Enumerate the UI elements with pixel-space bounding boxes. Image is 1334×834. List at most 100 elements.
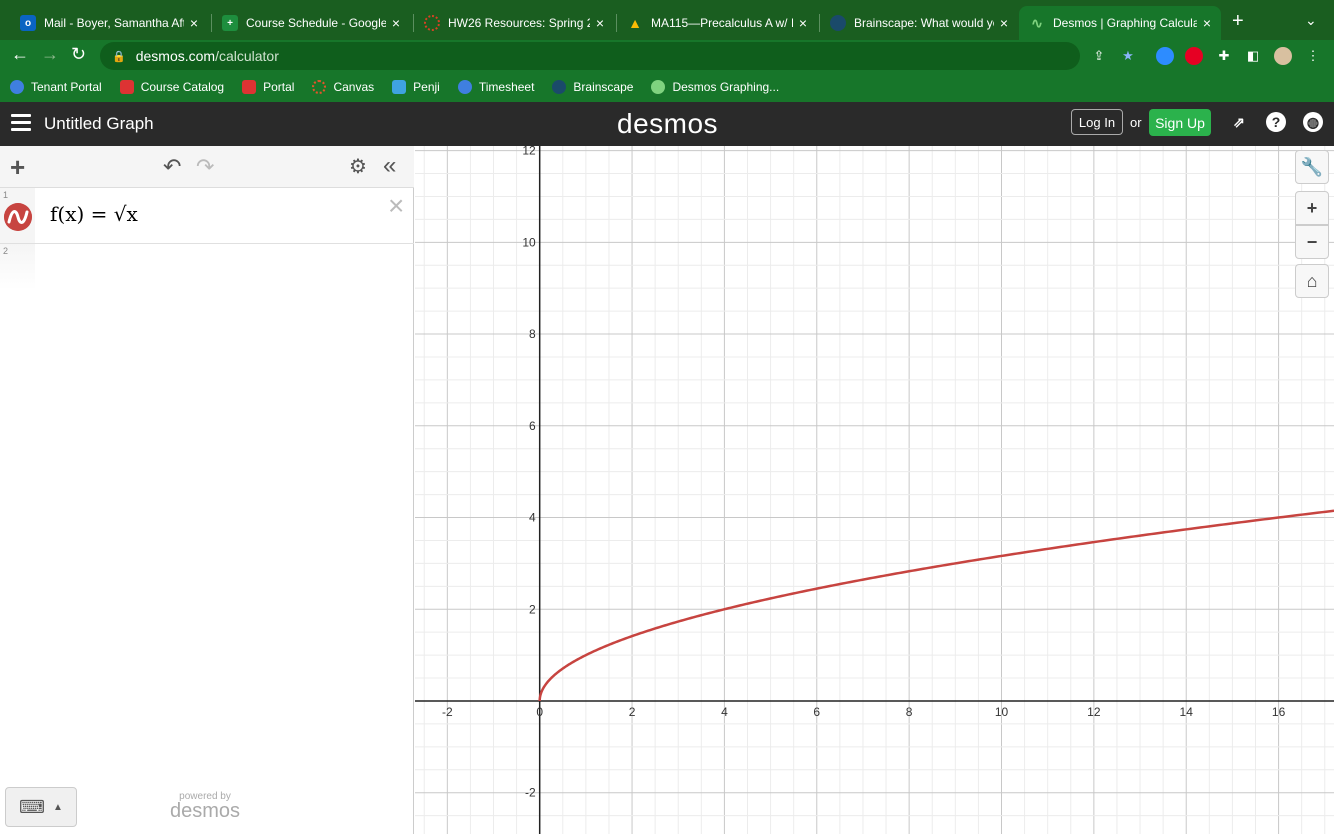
bookmark-label: Portal: [263, 80, 295, 94]
add-expression-button[interactable]: +: [10, 152, 25, 183]
powered-by-logo: desmos: [170, 800, 241, 822]
new-tab-button[interactable]: +: [1232, 10, 1244, 33]
close-icon[interactable]: ×: [1000, 15, 1008, 31]
browser-tab-hw26[interactable]: HW26 Resources: Spring 2 ×: [414, 6, 614, 40]
close-icon[interactable]: ×: [392, 15, 400, 31]
expression-number: 2: [3, 246, 9, 256]
pinterest-extension-icon[interactable]: [1185, 47, 1203, 65]
bookmarks-bar: Tenant Portal Course Catalog Portal Canv…: [0, 72, 1334, 102]
zoom-out-icon[interactable]: −: [1295, 225, 1329, 259]
sign-up-button[interactable]: Sign Up: [1149, 109, 1211, 136]
bookmark-favicon-icon: [10, 80, 24, 94]
close-icon[interactable]: ×: [190, 15, 198, 31]
tab-title: Brainscape: What would yo: [854, 16, 994, 30]
forward-arrow-icon[interactable]: →: [41, 44, 59, 65]
url-host: desmos.com: [135, 48, 216, 64]
extensions-puzzle-icon[interactable]: ✚: [1215, 47, 1233, 65]
share-graph-icon[interactable]: ⇗: [1229, 112, 1249, 132]
y-tick-label: -2: [525, 786, 536, 800]
close-icon[interactable]: ×: [799, 15, 807, 31]
wrench-icon[interactable]: 🔧: [1295, 150, 1329, 184]
language-globe-icon[interactable]: ◍: [1303, 112, 1323, 132]
graph-paper[interactable]: -2 0 2 4 6 8 10 12 14 16 -2 2 4 6 8 10 12 🔧 + − ⌂: [415, 146, 1334, 834]
delete-expression-icon[interactable]: ×: [388, 190, 404, 222]
browser-tab-ma115[interactable]: ▲ MA115—Precalculus A w/ Ir ×: [617, 6, 817, 40]
undo-icon[interactable]: ↶: [163, 154, 181, 180]
gear-icon[interactable]: ⚙: [349, 154, 367, 179]
star-icon[interactable]: ★: [1119, 47, 1137, 65]
bookmark-brainscape[interactable]: Brainscape: [552, 80, 633, 94]
x-tick-label: 12: [1087, 705, 1101, 719]
bookmark-label: Brainscape: [573, 80, 634, 94]
browser-tab-strip: o Mail - Boyer, Samantha Aft × + Course …: [0, 0, 1334, 40]
brainscape-icon: [830, 15, 846, 31]
x-tick-label: 10: [995, 705, 1009, 719]
browser-menu-icon[interactable]: ⋮: [1304, 47, 1322, 65]
browser-tab-mail[interactable]: o Mail - Boyer, Samantha Aft ×: [10, 6, 208, 40]
function-curve: [538, 509, 1334, 701]
browser-toolbar: ← → ↻ 🔒 desmos.com/calculator ⇪ ★ ✚ ◧ ⋮: [0, 40, 1334, 72]
back-arrow-icon[interactable]: ←: [11, 44, 29, 65]
reload-icon[interactable]: ↻: [71, 44, 86, 65]
menu-icon[interactable]: [11, 114, 31, 135]
y-tick-label: 12: [522, 146, 536, 158]
help-icon[interactable]: ?: [1266, 112, 1286, 132]
share-icon[interactable]: ⇪: [1090, 47, 1108, 65]
zoom-extension-icon[interactable]: [1156, 47, 1174, 65]
zoom-in-icon[interactable]: +: [1295, 191, 1329, 225]
x-tick-label: 4: [721, 705, 728, 719]
graph-color-toggle-icon[interactable]: [4, 203, 32, 231]
or-text: or: [1130, 115, 1142, 130]
keyboard-toggle-button[interactable]: ⌨ ▲: [5, 787, 77, 827]
log-in-button[interactable]: Log In: [1071, 109, 1123, 135]
expression-row[interactable]: 1 f(x) = √x ×: [0, 188, 414, 244]
side-panel-icon[interactable]: ◧: [1244, 47, 1262, 65]
redo-icon[interactable]: ↷: [196, 154, 214, 180]
tab-title: Mail - Boyer, Samantha Aft: [44, 16, 184, 30]
desmos-logo: desmos: [617, 108, 719, 139]
bookmark-canvas[interactable]: Canvas: [312, 80, 374, 94]
address-bar[interactable]: 🔒 desmos.com/calculator: [100, 42, 1080, 70]
graph-canvas[interactable]: -2 0 2 4 6 8 10 12 14 16 -2 2 4 6 8 10 12: [415, 146, 1334, 834]
bookmark-favicon-icon: [457, 80, 472, 94]
browser-tab-course-schedule[interactable]: + Course Schedule - Google ×: [212, 6, 410, 40]
home-icon[interactable]: ⌂: [1295, 264, 1329, 298]
tab-title: HW26 Resources: Spring 2: [448, 16, 590, 30]
expression-gutter: 1: [0, 188, 35, 243]
google-sheets-icon: +: [222, 15, 238, 31]
x-tick-label: -2: [442, 705, 453, 719]
close-icon[interactable]: ×: [1203, 15, 1211, 31]
collapse-panel-icon[interactable]: «: [383, 152, 396, 180]
browser-tab-desmos[interactable]: ∿ Desmos | Graphing Calcula ×: [1019, 6, 1221, 40]
x-tick-label: 14: [1180, 705, 1194, 719]
y-tick-label: 4: [529, 511, 536, 525]
bookmark-label: Tenant Portal: [31, 80, 102, 94]
graph-title[interactable]: Untitled Graph: [44, 114, 154, 134]
google-drive-icon: ▲: [628, 15, 642, 31]
bookmark-label: Course Catalog: [140, 80, 225, 94]
y-tick-label: 6: [529, 419, 536, 433]
bookmark-course-catalog[interactable]: Course Catalog: [119, 80, 225, 94]
bookmark-label: Penji: [413, 80, 440, 94]
bookmark-tenant-portal[interactable]: Tenant Portal: [10, 80, 102, 94]
lock-icon: 🔒: [112, 50, 126, 63]
x-tick-label: 16: [1272, 705, 1286, 719]
bookmark-penji[interactable]: Penji: [392, 80, 440, 94]
bookmark-timesheet[interactable]: Timesheet: [457, 80, 534, 94]
bookmark-label: Desmos Graphing...: [672, 80, 780, 94]
caret-up-icon: ▲: [53, 801, 63, 813]
desmos-icon: ∿: [1031, 14, 1043, 31]
close-icon[interactable]: ×: [596, 15, 604, 31]
expression-toolbar: + ↶ ↷ ⚙ «: [0, 146, 414, 188]
keyboard-icon: ⌨: [19, 796, 46, 817]
tab-search-button[interactable]: ⌄: [1305, 12, 1317, 29]
expression-math[interactable]: f(x) = √x: [50, 202, 138, 226]
bookmark-favicon-icon: [392, 80, 407, 94]
bookmark-desmos[interactable]: Desmos Graphing...: [651, 80, 779, 94]
bookmark-portal[interactable]: Portal: [242, 80, 294, 94]
bookmark-favicon-icon: [651, 80, 666, 94]
profile-avatar[interactable]: [1274, 47, 1292, 65]
browser-tab-brainscape[interactable]: Brainscape: What would yo ×: [820, 6, 1018, 40]
expression-row[interactable]: 2: [0, 244, 414, 290]
bookmark-label: Canvas: [333, 80, 375, 94]
